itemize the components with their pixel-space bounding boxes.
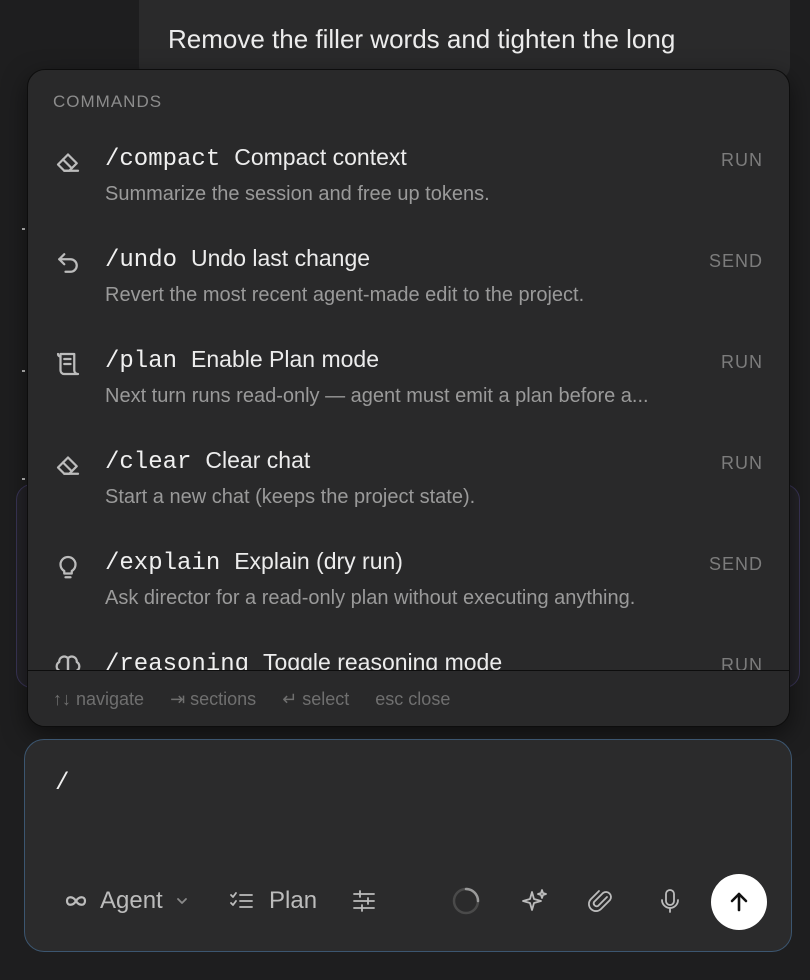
spinner-icon bbox=[451, 886, 481, 916]
plan-toggle[interactable]: Plan bbox=[229, 871, 317, 931]
command-title: Compact context bbox=[234, 144, 407, 170]
chat-message-bubble: Remove the filler words and tighten the … bbox=[139, 0, 790, 80]
command-title: Clear chat bbox=[205, 447, 311, 473]
menu-heading: COMMANDS bbox=[53, 92, 163, 111]
background-fragment bbox=[22, 478, 25, 480]
hint-close: esc close bbox=[375, 689, 451, 709]
arrow-up-icon bbox=[726, 889, 752, 915]
background-fragment bbox=[22, 228, 25, 230]
command-title: Enable Plan mode bbox=[191, 346, 379, 372]
command-action: RUN bbox=[721, 655, 763, 670]
hint-sections: ⇥ sections bbox=[170, 689, 257, 709]
command-item-clear[interactable]: /clear Clear chat Start a new chat (keeps… bbox=[28, 423, 789, 524]
command-title: Undo last change bbox=[191, 245, 371, 271]
command-menu: COMMANDS /compact Compact context Summari… bbox=[27, 69, 790, 727]
command-item-plan[interactable]: /plan Enable Plan mode Next turn runs rea… bbox=[28, 322, 789, 423]
send-button[interactable] bbox=[711, 874, 767, 930]
hint-select: ↵ select bbox=[282, 689, 350, 709]
command-name: /undo bbox=[105, 247, 178, 274]
command-action: RUN bbox=[721, 453, 763, 473]
command-description: Summarize the session and free up tokens… bbox=[105, 183, 490, 205]
command-action: SEND bbox=[708, 554, 763, 574]
paperclip-icon bbox=[586, 886, 616, 916]
eraser-icon bbox=[53, 450, 83, 480]
command-title: Explain (dry run) bbox=[234, 548, 403, 574]
attach-button[interactable] bbox=[586, 871, 616, 931]
loading-indicator bbox=[451, 871, 481, 931]
command-list[interactable]: /compact Compact context Summarize the se… bbox=[28, 120, 789, 670]
scroll-icon bbox=[53, 349, 83, 379]
composer: Agent Plan bbox=[24, 739, 792, 952]
menu-footer: ↑↓ navigate ⇥ sections ↵ select esc clos… bbox=[28, 670, 789, 726]
brain-icon bbox=[53, 652, 83, 670]
prompt-input[interactable] bbox=[55, 770, 755, 797]
command-description: Revert the most recent agent-made edit t… bbox=[105, 284, 585, 306]
voice-input-button[interactable] bbox=[655, 871, 685, 931]
command-item-explain[interactable]: /explain Explain (dry run) Ask director f… bbox=[28, 524, 789, 625]
checklist-icon bbox=[229, 889, 255, 913]
settings-sliders-button[interactable] bbox=[350, 871, 378, 931]
command-item-undo[interactable]: /undo Undo last change Revert the most re… bbox=[28, 221, 789, 322]
undo-icon bbox=[53, 248, 83, 278]
command-name: /compact bbox=[105, 146, 221, 173]
chat-message-text: Remove the filler words and tighten the … bbox=[168, 24, 676, 54]
command-name: /explain bbox=[105, 550, 221, 577]
agent-mode-label: Agent bbox=[100, 887, 163, 914]
command-name: /reasoning bbox=[105, 651, 250, 670]
command-description: Next turn runs read-only — agent must em… bbox=[105, 385, 649, 407]
command-title: Toggle reasoning mode bbox=[263, 649, 503, 670]
command-action: RUN bbox=[721, 352, 763, 372]
command-description: Ask director for a read-only plan withou… bbox=[105, 587, 636, 609]
background-fragment bbox=[22, 370, 25, 372]
hint-navigate: ↑↓ navigate bbox=[53, 689, 145, 709]
infinity-icon bbox=[62, 891, 90, 911]
command-item-reasoning[interactable]: /reasoning Toggle reasoning mode RUN bbox=[28, 625, 789, 670]
sparkles-icon bbox=[519, 886, 549, 916]
command-description: Start a new chat (keeps the project stat… bbox=[105, 486, 476, 508]
lightbulb-icon bbox=[53, 551, 83, 581]
plan-label: Plan bbox=[269, 887, 318, 914]
chevron-down-icon bbox=[175, 894, 189, 908]
command-name: /plan bbox=[105, 348, 178, 375]
enhance-button[interactable] bbox=[519, 871, 549, 931]
microphone-icon bbox=[655, 886, 685, 916]
eraser-icon bbox=[53, 147, 83, 177]
sliders-icon bbox=[350, 887, 378, 915]
agent-mode-dropdown[interactable]: Agent bbox=[62, 871, 189, 931]
command-item-compact[interactable]: /compact Compact context Summarize the se… bbox=[28, 120, 789, 221]
command-action: SEND bbox=[708, 251, 763, 271]
command-action: RUN bbox=[721, 150, 763, 170]
command-name: /clear bbox=[105, 449, 192, 476]
